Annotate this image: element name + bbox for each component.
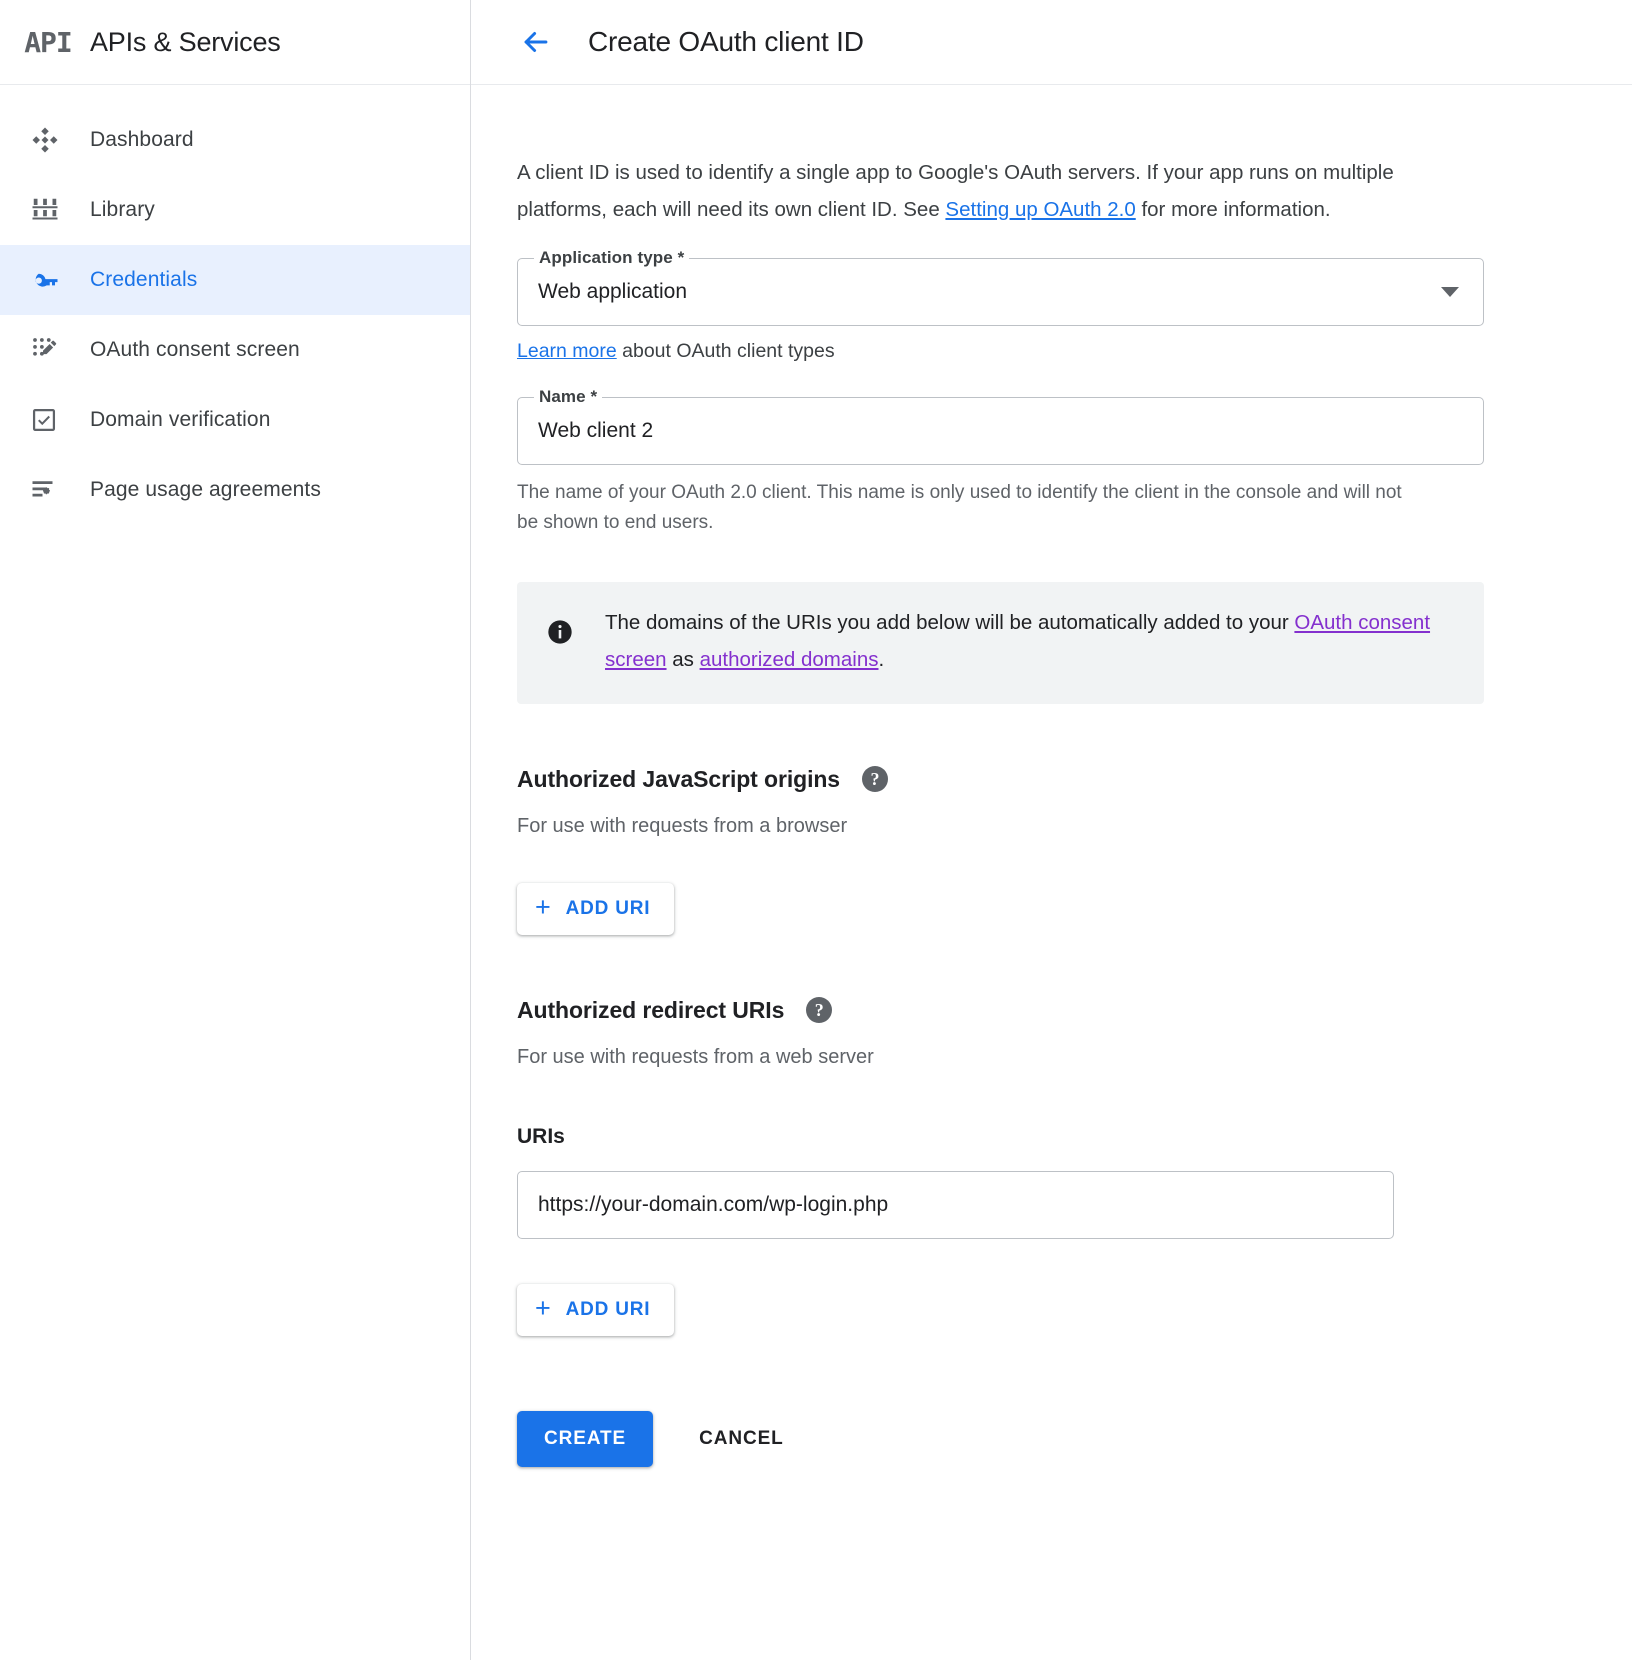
main-body: A client ID is used to identify a single… — [471, 85, 1632, 1527]
help-icon[interactable]: ? — [806, 997, 832, 1023]
learn-more-link[interactable]: Learn more — [517, 340, 617, 362]
name-value: Web client 2 — [538, 419, 653, 443]
info-text-part2: as — [667, 648, 700, 671]
application-type-value: Web application — [538, 280, 687, 304]
setting-up-oauth-link[interactable]: Setting up OAuth 2.0 — [945, 198, 1135, 221]
javascript-origins-header: Authorized JavaScript origins ? — [517, 766, 1572, 793]
info-banner-text: The domains of the URIs you add below wi… — [605, 604, 1458, 678]
redirect-uri-input[interactable]: https://your-domain.com/wp-login.php — [517, 1171, 1394, 1239]
sidebar-title: APIs & Services — [90, 27, 281, 58]
info-banner: The domains of the URIs you add below wi… — [517, 582, 1484, 704]
sidebar-item-library[interactable]: Library — [0, 175, 470, 245]
name-field[interactable]: Name * Web client 2 — [517, 397, 1484, 465]
name-helper-text: The name of your OAuth 2.0 client. This … — [517, 478, 1417, 538]
main-content: Create OAuth client ID A client ID is us… — [471, 0, 1632, 1660]
page-title: Create OAuth client ID — [588, 26, 864, 58]
chevron-down-icon[interactable] — [1441, 287, 1459, 297]
app-root: API APIs & Services Dashboard — [0, 0, 1632, 1660]
page-settings-icon — [30, 475, 78, 505]
sidebar-item-credentials[interactable]: Credentials — [0, 245, 470, 315]
authorized-domains-link[interactable]: authorized domains — [700, 648, 879, 671]
create-button[interactable]: CREATE — [517, 1411, 653, 1467]
plus-icon: + — [535, 1295, 552, 1322]
learn-more-rest: about OAuth client types — [617, 340, 835, 362]
sidebar-item-label: Library — [90, 198, 155, 222]
sidebar-item-page-usage-agreements[interactable]: Page usage agreements — [0, 455, 470, 525]
add-uri-label: ADD URI — [566, 1299, 651, 1321]
plus-icon: + — [535, 894, 552, 921]
info-text-part1: The domains of the URIs you add below wi… — [605, 611, 1294, 634]
application-type-label: Application type * — [534, 248, 689, 268]
uris-label: URIs — [517, 1125, 1572, 1149]
name-label: Name * — [534, 387, 602, 407]
sidebar-item-label: OAuth consent screen — [90, 338, 300, 362]
main-header: Create OAuth client ID — [471, 0, 1632, 85]
sidebar-header: API APIs & Services — [0, 0, 470, 85]
redirect-uris-subtitle: For use with requests from a web server — [517, 1046, 1572, 1069]
sidebar: API APIs & Services Dashboard — [0, 0, 471, 1660]
dashboard-icon — [30, 125, 78, 155]
sidebar-item-label: Page usage agreements — [90, 478, 321, 502]
javascript-origins-subtitle: For use with requests from a browser — [517, 815, 1572, 838]
application-type-helper: Learn more about OAuth client types — [517, 340, 1572, 363]
intro-paragraph: A client ID is used to identify a single… — [517, 154, 1482, 228]
sidebar-item-label: Credentials — [90, 268, 197, 292]
info-icon — [543, 604, 577, 646]
sidebar-nav: Dashboard Library — [0, 85, 470, 525]
sidebar-item-label: Dashboard — [90, 128, 194, 152]
sidebar-item-oauth-consent-screen[interactable]: OAuth consent screen — [0, 315, 470, 385]
key-icon — [30, 265, 78, 295]
sidebar-item-label: Domain verification — [90, 408, 270, 432]
add-uri-button-redirect-uris[interactable]: + ADD URI — [517, 1284, 674, 1336]
redirect-uris-header: Authorized redirect URIs ? — [517, 997, 1572, 1024]
consent-screen-icon — [30, 335, 78, 365]
checkbox-icon — [30, 406, 78, 434]
sidebar-item-dashboard[interactable]: Dashboard — [0, 105, 470, 175]
intro-text-part2: for more information. — [1136, 198, 1331, 221]
add-uri-button-javascript-origins[interactable]: + ADD URI — [517, 883, 674, 935]
form-actions: CREATE CANCEL — [517, 1411, 1572, 1527]
api-logo-icon: API — [22, 27, 74, 57]
library-icon — [30, 195, 78, 225]
application-type-select[interactable]: Application type * Web application — [517, 258, 1484, 326]
javascript-origins-section: Authorized JavaScript origins ? For use … — [517, 766, 1572, 935]
back-arrow-icon[interactable] — [516, 22, 556, 62]
info-text-part3: . — [879, 648, 885, 671]
cancel-button[interactable]: CANCEL — [675, 1411, 808, 1467]
help-icon[interactable]: ? — [862, 766, 888, 792]
sidebar-item-domain-verification[interactable]: Domain verification — [0, 385, 470, 455]
add-uri-label: ADD URI — [566, 898, 651, 920]
javascript-origins-title: Authorized JavaScript origins — [517, 766, 840, 793]
redirect-uris-title: Authorized redirect URIs — [517, 997, 784, 1024]
redirect-uris-section: Authorized redirect URIs ? For use with … — [517, 997, 1572, 1336]
